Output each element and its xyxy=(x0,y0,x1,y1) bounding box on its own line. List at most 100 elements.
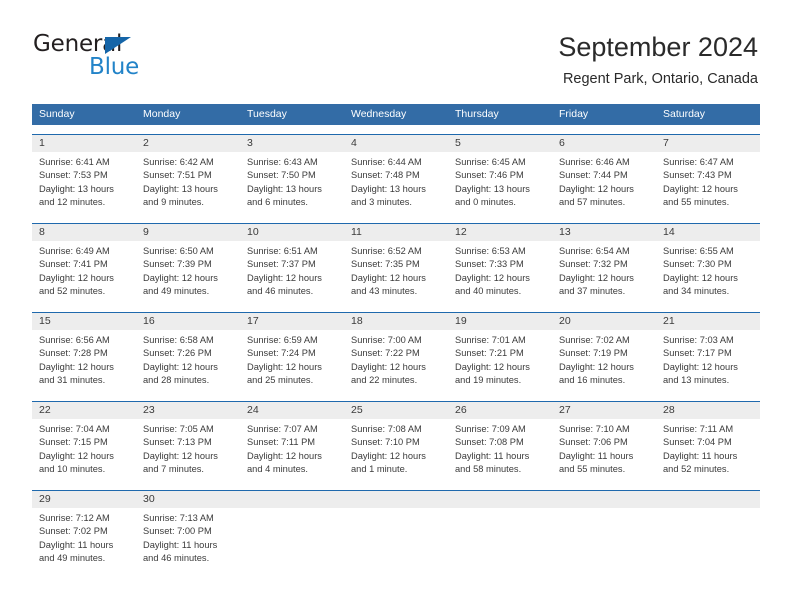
daylight-line1: Daylight: 12 hours xyxy=(455,272,530,283)
day-cell[interactable]: Sunrise: 7:01 AM Sunset: 7:21 PM Dayligh… xyxy=(448,330,552,392)
day-number: 24 xyxy=(247,404,259,416)
day-number: 5 xyxy=(455,137,461,149)
daylight-line1: Daylight: 11 hours xyxy=(559,450,634,461)
day-cell[interactable]: Sunrise: 7:04 AM Sunset: 7:15 PM Dayligh… xyxy=(32,419,136,481)
day-cell[interactable]: Sunrise: 6:41 AM Sunset: 7:53 PM Dayligh… xyxy=(32,152,136,214)
weekday-header-tuesday: Tuesday xyxy=(247,108,287,120)
day-cell[interactable]: Sunrise: 6:42 AM Sunset: 7:51 PM Dayligh… xyxy=(136,152,240,214)
sunset-text: Sunset: 7:02 PM xyxy=(39,526,108,537)
sunrise-text: Sunrise: 7:02 AM xyxy=(559,335,630,345)
daylight-line2: and 34 minutes. xyxy=(663,285,730,296)
sunrise-text: Sunrise: 6:49 AM xyxy=(39,246,110,256)
day-cell[interactable]: Sunrise: 6:53 AM Sunset: 7:33 PM Dayligh… xyxy=(448,241,552,303)
day-cell[interactable]: Sunrise: 6:43 AM Sunset: 7:50 PM Dayligh… xyxy=(240,152,344,214)
weekday-header-saturday: Saturday xyxy=(663,108,706,120)
day-cell[interactable]: Sunrise: 7:10 AM Sunset: 7:06 PM Dayligh… xyxy=(552,419,656,481)
sunset-text: Sunset: 7:32 PM xyxy=(559,259,628,270)
sunrise-text: Sunrise: 6:41 AM xyxy=(39,157,110,167)
day-number: 8 xyxy=(39,226,45,238)
day-cell[interactable]: Sunrise: 7:09 AM Sunset: 7:08 PM Dayligh… xyxy=(448,419,552,481)
daylight-line1: Daylight: 12 hours xyxy=(351,450,426,461)
logo-triangle-icon xyxy=(105,37,131,54)
sunset-text: Sunset: 7:17 PM xyxy=(663,348,732,359)
day-number: 29 xyxy=(39,493,51,505)
day-cell[interactable]: Sunrise: 7:12 AM Sunset: 7:02 PM Dayligh… xyxy=(32,508,136,570)
sunset-text: Sunset: 7:11 PM xyxy=(247,437,316,448)
day-number: 16 xyxy=(143,315,155,327)
day-number-empty xyxy=(344,491,448,508)
day-cell[interactable]: Sunrise: 7:11 AM Sunset: 7:04 PM Dayligh… xyxy=(656,419,760,481)
daylight-line1: Daylight: 12 hours xyxy=(559,272,634,283)
daylight-line1: Daylight: 13 hours xyxy=(143,183,218,194)
daylight-line1: Daylight: 11 hours xyxy=(663,450,738,461)
day-number: 30 xyxy=(143,493,155,505)
day-number: 15 xyxy=(39,315,51,327)
day-cell[interactable]: Sunrise: 6:49 AM Sunset: 7:41 PM Dayligh… xyxy=(32,241,136,303)
daylight-line2: and 22 minutes. xyxy=(351,374,418,385)
daylight-line1: Daylight: 11 hours xyxy=(143,539,218,550)
sunrise-text: Sunrise: 6:58 AM xyxy=(143,335,214,345)
daylight-line1: Daylight: 12 hours xyxy=(39,361,114,372)
day-cell[interactable]: Sunrise: 6:47 AM Sunset: 7:43 PM Dayligh… xyxy=(656,152,760,214)
sunset-text: Sunset: 7:00 PM xyxy=(143,526,212,537)
sunrise-text: Sunrise: 6:46 AM xyxy=(559,157,630,167)
daylight-line2: and 13 minutes. xyxy=(663,374,730,385)
day-cell[interactable]: Sunrise: 7:00 AM Sunset: 7:22 PM Dayligh… xyxy=(344,330,448,392)
day-cell[interactable]: Sunrise: 6:46 AM Sunset: 7:44 PM Dayligh… xyxy=(552,152,656,214)
day-cell[interactable]: Sunrise: 6:44 AM Sunset: 7:48 PM Dayligh… xyxy=(344,152,448,214)
day-cell[interactable]: Sunrise: 6:50 AM Sunset: 7:39 PM Dayligh… xyxy=(136,241,240,303)
day-cell[interactable]: Sunrise: 7:13 AM Sunset: 7:00 PM Dayligh… xyxy=(136,508,240,570)
daylight-line1: Daylight: 12 hours xyxy=(559,183,634,194)
day-cell[interactable]: Sunrise: 6:54 AM Sunset: 7:32 PM Dayligh… xyxy=(552,241,656,303)
sunrise-text: Sunrise: 6:44 AM xyxy=(351,157,422,167)
weekday-header-row: Sunday Monday Tuesday Wednesday Thursday… xyxy=(32,104,760,125)
daylight-line1: Daylight: 12 hours xyxy=(663,272,738,283)
day-number: 10 xyxy=(247,226,259,238)
logo-text-blue: Blue xyxy=(89,54,140,80)
sunset-text: Sunset: 7:37 PM xyxy=(247,259,316,270)
title-block: September 2024 Regent Park, Ontario, Can… xyxy=(558,30,758,88)
page-title: September 2024 xyxy=(558,32,758,62)
day-cell[interactable]: Sunrise: 6:59 AM Sunset: 7:24 PM Dayligh… xyxy=(240,330,344,392)
sunrise-text: Sunrise: 7:09 AM xyxy=(455,424,526,434)
sunset-text: Sunset: 7:41 PM xyxy=(39,259,108,270)
daylight-line2: and 10 minutes. xyxy=(39,463,106,474)
day-number: 6 xyxy=(559,137,565,149)
day-cell[interactable]: Sunrise: 7:07 AM Sunset: 7:11 PM Dayligh… xyxy=(240,419,344,481)
sunrise-text: Sunrise: 7:01 AM xyxy=(455,335,526,345)
daylight-line2: and 16 minutes. xyxy=(559,374,626,385)
sunset-text: Sunset: 7:53 PM xyxy=(39,170,108,181)
sunset-text: Sunset: 7:24 PM xyxy=(247,348,316,359)
day-number: 1 xyxy=(39,137,45,149)
week-row: 1 2 3 4 5 6 7 Sunrise: 6:41 AM Sunset: 7… xyxy=(32,134,760,214)
weekday-header-friday: Friday xyxy=(559,108,589,120)
day-number: 14 xyxy=(663,226,675,238)
sunrise-text: Sunrise: 6:52 AM xyxy=(351,246,422,256)
day-number: 21 xyxy=(663,315,675,327)
day-cell[interactable]: Sunrise: 6:58 AM Sunset: 7:26 PM Dayligh… xyxy=(136,330,240,392)
day-number-empty xyxy=(552,491,656,508)
day-cell[interactable]: Sunrise: 6:55 AM Sunset: 7:30 PM Dayligh… xyxy=(656,241,760,303)
day-cell[interactable]: Sunrise: 7:02 AM Sunset: 7:19 PM Dayligh… xyxy=(552,330,656,392)
day-cell[interactable]: Sunrise: 6:56 AM Sunset: 7:28 PM Dayligh… xyxy=(32,330,136,392)
sunrise-text: Sunrise: 6:55 AM xyxy=(663,246,734,256)
week-row: 22 23 24 25 26 27 28 Sunrise: 7:04 AM Su… xyxy=(32,401,760,481)
week-detail-row: Sunrise: 6:49 AM Sunset: 7:41 PM Dayligh… xyxy=(32,241,760,303)
day-cell[interactable]: Sunrise: 7:05 AM Sunset: 7:13 PM Dayligh… xyxy=(136,419,240,481)
page-subtitle: Regent Park, Ontario, Canada xyxy=(562,71,758,87)
daylight-line2: and 49 minutes. xyxy=(39,552,106,563)
daylight-line1: Daylight: 13 hours xyxy=(455,183,530,194)
day-cell[interactable]: Sunrise: 6:52 AM Sunset: 7:35 PM Dayligh… xyxy=(344,241,448,303)
sunset-text: Sunset: 7:08 PM xyxy=(455,437,524,448)
day-cell[interactable]: Sunrise: 6:51 AM Sunset: 7:37 PM Dayligh… xyxy=(240,241,344,303)
daylight-line1: Daylight: 13 hours xyxy=(247,183,322,194)
general-blue-logo[interactable]: General Blue xyxy=(33,32,213,88)
day-cell[interactable]: Sunrise: 7:08 AM Sunset: 7:10 PM Dayligh… xyxy=(344,419,448,481)
day-cell[interactable]: Sunrise: 6:45 AM Sunset: 7:46 PM Dayligh… xyxy=(448,152,552,214)
sunset-text: Sunset: 7:19 PM xyxy=(559,348,628,359)
daylight-line1: Daylight: 12 hours xyxy=(39,272,114,283)
sunrise-text: Sunrise: 7:00 AM xyxy=(351,335,422,345)
sunset-text: Sunset: 7:15 PM xyxy=(39,437,108,448)
sunset-text: Sunset: 7:26 PM xyxy=(143,348,212,359)
day-cell[interactable]: Sunrise: 7:03 AM Sunset: 7:17 PM Dayligh… xyxy=(656,330,760,392)
